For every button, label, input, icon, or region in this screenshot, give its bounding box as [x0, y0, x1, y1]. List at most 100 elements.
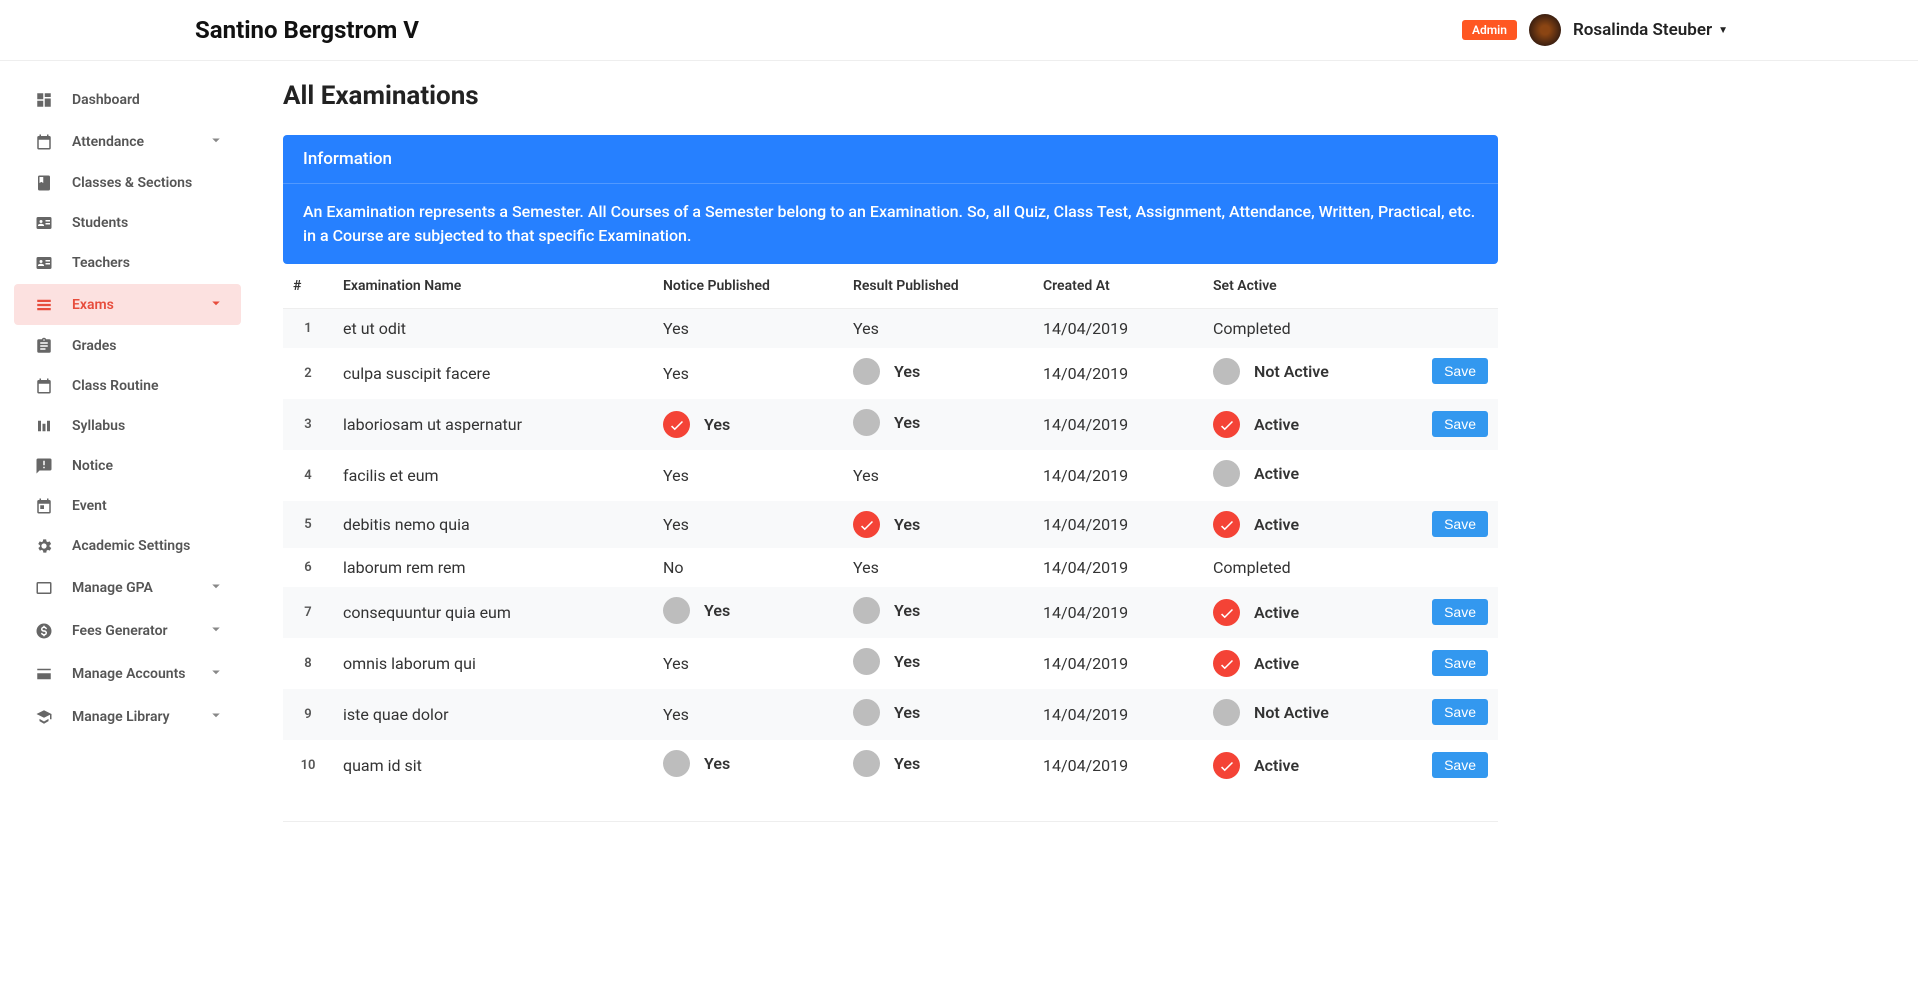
- notice-cell: Yes: [653, 399, 843, 450]
- active-text: Completed: [1213, 558, 1291, 577]
- table-row: 7consequuntur quia eumYesYes14/04/2019Ac…: [283, 587, 1498, 638]
- row-number: 7: [283, 587, 333, 638]
- main-content: All Examinations Information An Examinat…: [255, 61, 1918, 842]
- set-active-cell: Completed: [1203, 548, 1498, 587]
- result-text: Yes: [853, 466, 879, 485]
- save-button[interactable]: Save: [1432, 358, 1488, 384]
- sidebar-item-teachers[interactable]: Teachers: [14, 244, 241, 282]
- th-num: #: [283, 264, 333, 309]
- exam-name: quam id sit: [333, 740, 653, 791]
- notice-toggle[interactable]: [663, 750, 690, 777]
- result-text: Yes: [894, 703, 920, 722]
- sidebar-item-exams[interactable]: Exams: [14, 284, 241, 325]
- sidebar-item-manage-gpa[interactable]: Manage GPA: [14, 567, 241, 608]
- result-cell: Yes: [843, 450, 1033, 501]
- created-at: 14/04/2019: [1033, 309, 1203, 349]
- result-toggle[interactable]: [853, 750, 880, 777]
- notice-toggle[interactable]: [663, 597, 690, 624]
- save-button[interactable]: Save: [1432, 511, 1488, 537]
- sidebar-item-academic-settings[interactable]: Academic Settings: [14, 527, 241, 565]
- header: Santino Bergstrom V Admin Rosalinda Steu…: [0, 0, 1918, 61]
- book-icon: [32, 174, 56, 192]
- save-button[interactable]: Save: [1432, 752, 1488, 778]
- result-text: Yes: [894, 362, 920, 381]
- result-toggle[interactable]: [853, 648, 880, 675]
- notice-cell: Yes: [653, 587, 843, 638]
- dollar-icon: [32, 622, 56, 640]
- exam-name: facilis et eum: [333, 450, 653, 501]
- result-text: Yes: [894, 413, 920, 432]
- set-active-cell: ActiveSave: [1203, 399, 1498, 450]
- notice-text: Yes: [704, 415, 730, 434]
- sidebar-item-classes-sections[interactable]: Classes & Sections: [14, 164, 241, 202]
- sidebar-item-event[interactable]: Event: [14, 487, 241, 525]
- result-cell: Yes: [843, 740, 1033, 791]
- table-row: 4facilis et eumYesYes14/04/2019Active: [283, 450, 1498, 501]
- info-box-header: Information: [283, 135, 1498, 184]
- exam-name: culpa suscipit facere: [333, 348, 653, 399]
- notice-cell: Yes: [653, 501, 843, 548]
- result-text: Yes: [853, 319, 879, 338]
- sidebar-item-label: Event: [72, 498, 225, 514]
- user-dropdown[interactable]: Rosalinda Steuber ▼: [1573, 20, 1728, 40]
- notice-cell: Yes: [653, 450, 843, 501]
- info-box: Information An Examination represents a …: [283, 135, 1498, 264]
- active-text: Not Active: [1254, 703, 1329, 722]
- sidebar-item-manage-accounts[interactable]: Manage Accounts: [14, 653, 241, 694]
- save-button[interactable]: Save: [1432, 599, 1488, 625]
- save-button[interactable]: Save: [1432, 411, 1488, 437]
- sidebar-item-attendance[interactable]: Attendance: [14, 121, 241, 162]
- chevron-down-icon: [207, 577, 225, 598]
- active-toggle[interactable]: [1213, 599, 1240, 626]
- sidebar-item-grades[interactable]: Grades: [14, 327, 241, 365]
- active-toggle[interactable]: [1213, 699, 1240, 726]
- notice-text: Yes: [663, 705, 689, 724]
- notice-cell: Yes: [653, 638, 843, 689]
- sidebar-item-notice[interactable]: Notice: [14, 447, 241, 485]
- created-at: 14/04/2019: [1033, 638, 1203, 689]
- set-active-cell: ActiveSave: [1203, 740, 1498, 791]
- sidebar-item-manage-library[interactable]: Manage Library: [14, 696, 241, 737]
- active-toggle[interactable]: [1213, 358, 1240, 385]
- result-cell: Yes: [843, 348, 1033, 399]
- sidebar-item-label: Students: [72, 215, 225, 231]
- active-toggle[interactable]: [1213, 460, 1240, 487]
- active-toggle[interactable]: [1213, 650, 1240, 677]
- sidebar-item-label: Grades: [72, 338, 225, 354]
- wallet-icon: [32, 665, 56, 683]
- bars-icon: [32, 417, 56, 435]
- avatar[interactable]: [1529, 14, 1561, 46]
- result-toggle[interactable]: [853, 511, 880, 538]
- sidebar-item-class-routine[interactable]: Class Routine: [14, 367, 241, 405]
- active-toggle[interactable]: [1213, 511, 1240, 538]
- result-cell: Yes: [843, 309, 1033, 349]
- sidebar-item-label: Exams: [72, 297, 207, 313]
- result-toggle[interactable]: [853, 409, 880, 436]
- result-toggle[interactable]: [853, 597, 880, 624]
- calendar-event-icon: [32, 497, 56, 515]
- contact-icon: [32, 579, 56, 597]
- active-toggle[interactable]: [1213, 411, 1240, 438]
- exam-name: laborum rem rem: [333, 548, 653, 587]
- set-active-cell: Active: [1203, 450, 1498, 501]
- message-icon: [32, 457, 56, 475]
- table-row: 10quam id sitYesYes14/04/2019ActiveSave: [283, 740, 1498, 791]
- notice-toggle[interactable]: [663, 411, 690, 438]
- sidebar-item-dashboard[interactable]: Dashboard: [14, 81, 241, 119]
- save-button[interactable]: Save: [1432, 699, 1488, 725]
- result-text: Yes: [894, 652, 920, 671]
- notice-text: Yes: [663, 364, 689, 383]
- sidebar-item-fees-generator[interactable]: Fees Generator: [14, 610, 241, 651]
- list-icon: [32, 296, 56, 314]
- active-text: Active: [1254, 603, 1299, 622]
- save-button[interactable]: Save: [1432, 650, 1488, 676]
- row-number: 10: [283, 740, 333, 791]
- active-toggle[interactable]: [1213, 752, 1240, 779]
- result-toggle[interactable]: [853, 699, 880, 726]
- result-cell: Yes: [843, 638, 1033, 689]
- sidebar-item-students[interactable]: Students: [14, 204, 241, 242]
- chevron-down-icon: [207, 706, 225, 727]
- sidebar-item-syllabus[interactable]: Syllabus: [14, 407, 241, 445]
- created-at: 14/04/2019: [1033, 501, 1203, 548]
- result-toggle[interactable]: [853, 358, 880, 385]
